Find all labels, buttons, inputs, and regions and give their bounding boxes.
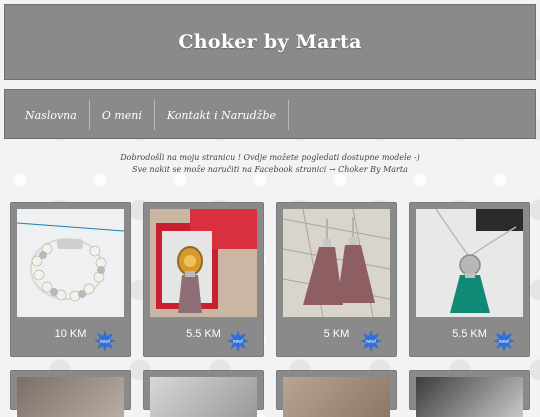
product-image[interactable]: [416, 209, 523, 317]
product-image[interactable]: [283, 209, 390, 317]
green-tassel-necklace-photo-icon: [416, 209, 523, 317]
product-card[interactable]: 5.5 KM new!: [143, 202, 264, 357]
intro-line-1: Dobrodošli na moju stranicu ! Ovdje može…: [120, 153, 420, 162]
product-card[interactable]: [409, 370, 530, 417]
nav-item-home[interactable]: Naslovna: [13, 100, 90, 130]
intro-text: Dobrodošli na moju stranicu ! Ovdje može…: [0, 152, 540, 176]
site-header: Choker by Marta: [4, 4, 536, 80]
product-image[interactable]: [150, 377, 257, 417]
new-badge-icon: new!: [227, 330, 249, 352]
product-card[interactable]: [276, 370, 397, 417]
tassel-pendant-photo-icon: [150, 209, 257, 317]
product-card[interactable]: [10, 370, 131, 417]
intro-line-2[interactable]: Sve nakit se može naručiti na Facebook s…: [0, 164, 540, 176]
tassel-earrings-photo-icon: [283, 209, 390, 317]
new-badge-icon: new!: [360, 330, 382, 352]
product-image[interactable]: [17, 377, 124, 417]
badge-label: new!: [366, 339, 377, 345]
product-card[interactable]: 10 KM new!: [10, 202, 131, 357]
product-image[interactable]: [416, 377, 523, 417]
nav-item-contact[interactable]: Kontakt i Narudžbe: [155, 100, 290, 130]
product-image[interactable]: [17, 209, 124, 317]
product-image[interactable]: [283, 377, 390, 417]
badge-label: new!: [100, 339, 111, 345]
badge-label: new!: [233, 339, 244, 345]
bracelet-photo-icon: [17, 209, 124, 317]
product-card[interactable]: 5.5 KM new!: [409, 202, 530, 357]
product-card[interactable]: 5 KM new!: [276, 202, 397, 357]
nav-item-about[interactable]: O meni: [90, 100, 155, 130]
badge-label: new!: [499, 339, 510, 345]
product-image[interactable]: [150, 209, 257, 317]
main-nav: Naslovna O meni Kontakt i Narudžbe: [4, 89, 536, 139]
new-badge-icon: new!: [493, 330, 515, 352]
site-title[interactable]: Choker by Marta: [178, 31, 361, 53]
new-badge-icon: new!: [94, 330, 116, 352]
product-card[interactable]: [143, 370, 264, 417]
